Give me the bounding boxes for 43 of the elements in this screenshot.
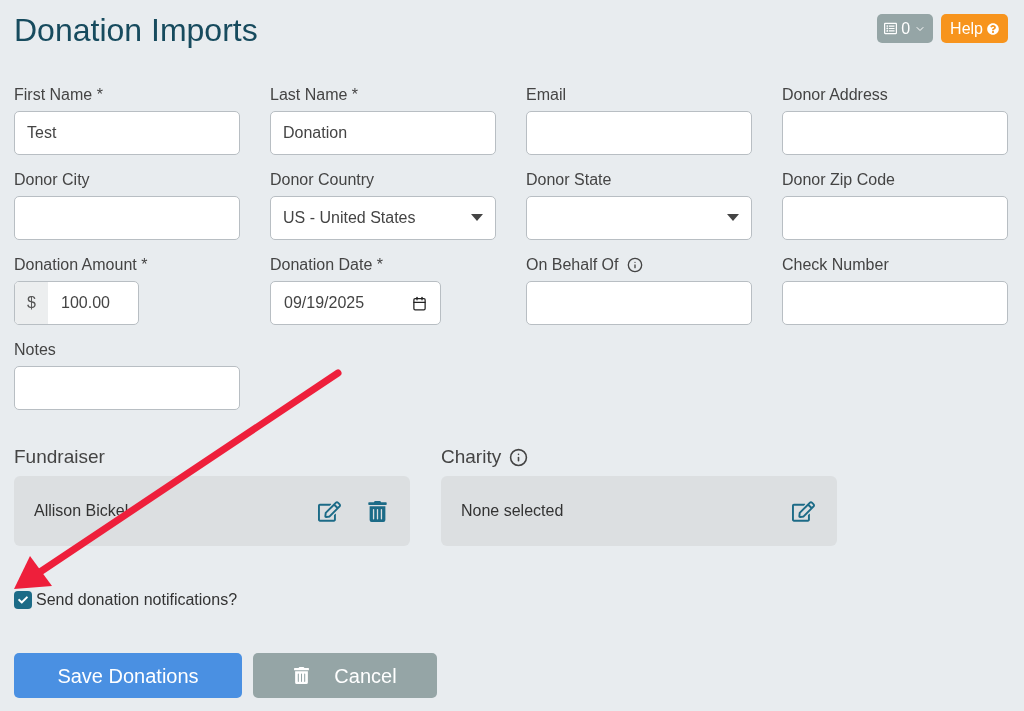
select-field[interactable]: US - United States — [270, 196, 496, 240]
checkmark-icon — [18, 595, 28, 605]
field-label: Last Name * — [270, 85, 359, 105]
edit-icon[interactable] — [318, 499, 341, 523]
field-label: Check Number — [782, 255, 889, 275]
dropdown-caret-icon — [727, 214, 739, 222]
text-field[interactable] — [14, 196, 240, 240]
text-field[interactable] — [14, 366, 240, 410]
field-label: Donor Zip Code — [782, 170, 895, 190]
text-field[interactable]: Donation — [270, 111, 496, 155]
text-field[interactable]: Test — [14, 111, 240, 155]
checkbox-label: Send donation notifications? — [36, 590, 238, 610]
help-icon — [987, 22, 999, 35]
select-field[interactable] — [526, 196, 752, 240]
field-label: On Behalf Of — [526, 255, 619, 275]
selection-value: None selected — [461, 501, 564, 521]
text-field[interactable] — [782, 196, 1008, 240]
field-label: Donor City — [14, 170, 90, 190]
list-icon — [884, 22, 898, 35]
trash-icon[interactable] — [367, 500, 388, 522]
field-label: Donor State — [526, 170, 612, 190]
edit-icon[interactable] — [792, 499, 815, 523]
field-label: Email — [526, 85, 566, 105]
section-title: Charity — [441, 444, 502, 469]
field-label: Donation Date * — [270, 255, 383, 275]
date-field[interactable]: 09/19/2025 — [270, 281, 441, 325]
text-field[interactable] — [526, 281, 752, 325]
field-label: Donation Amount * — [14, 255, 148, 275]
checkbox[interactable] — [14, 591, 32, 609]
text-field[interactable] — [782, 111, 1008, 155]
section-title: Fundraiser — [14, 444, 105, 469]
field-label: Donor Address — [782, 85, 888, 105]
field-label: First Name * — [14, 85, 103, 105]
calendar-icon — [412, 295, 427, 311]
trash-icon — [293, 667, 311, 684]
dropdown-caret-icon — [471, 214, 483, 222]
text-field[interactable] — [526, 111, 752, 155]
page-title: Donation Imports — [14, 11, 258, 50]
currency-prefix: $ — [15, 282, 48, 324]
field-label: Donor Country — [270, 170, 375, 190]
amount-field[interactable]: $ 100.00 — [14, 281, 139, 325]
field-label: Notes — [14, 340, 56, 360]
text-field[interactable] — [782, 281, 1008, 325]
